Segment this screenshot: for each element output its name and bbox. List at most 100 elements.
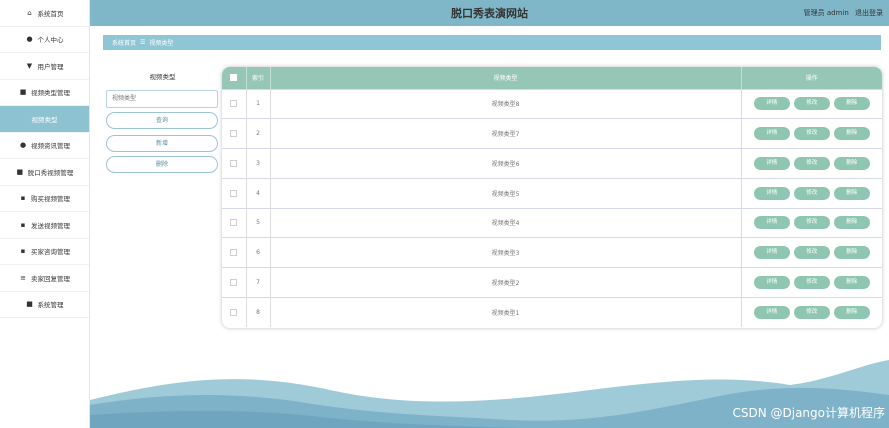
- row-ops: 详情 修改 删除: [741, 237, 882, 268]
- sidebar-item-1[interactable]: ● 个人中心: [0, 27, 89, 53]
- edit-button[interactable]: 修改: [793, 216, 830, 230]
- search-label: 视频类型: [149, 73, 176, 81]
- video-type-search-input[interactable]: [106, 89, 218, 108]
- sidebar-item-6[interactable]: ■ 脱口秀视频管理: [0, 159, 89, 186]
- logout-link[interactable]: 退出登录: [855, 9, 883, 17]
- table-row: 2 视频类型7 详情 修改 删除: [222, 118, 882, 149]
- edit-button[interactable]: 修改: [793, 97, 830, 111]
- sidebar-item-label: 脱口秀视频管理: [27, 168, 74, 177]
- sidebar-item-8[interactable]: ▪ 发送视频管理: [0, 212, 89, 239]
- row-ops: 详情 修改 删除: [741, 207, 882, 238]
- sidebar: ⌂ 系统首页 ● 个人中心 ▼ 用户管理 ■ 视频类型管理 视频类型 ● 视频资讯管理 ■ 脱口秀视频管…: [0, 0, 90, 428]
- row-select-cell: [222, 148, 247, 179]
- type-header: 视频类型: [270, 67, 742, 89]
- row-delete-button[interactable]: 删除: [833, 127, 870, 141]
- detail-button[interactable]: 详情: [753, 186, 790, 200]
- edit-button[interactable]: 修改: [793, 275, 830, 289]
- edit-button[interactable]: 修改: [793, 156, 830, 170]
- list-icon: ≡: [20, 273, 26, 282]
- edit-button[interactable]: 修改: [793, 186, 830, 200]
- sidebar-item-7[interactable]: ▪ 购买视频管理: [0, 186, 89, 212]
- person-icon: ●: [19, 141, 27, 150]
- row-type: 视频类型7: [270, 118, 742, 149]
- table-row: 4 视频类型5 详情 修改 删除: [222, 177, 882, 208]
- detail-button[interactable]: 详情: [753, 216, 790, 230]
- select-all-checkbox[interactable]: [230, 74, 238, 82]
- sidebar-item-label: 购买视频管理: [31, 195, 70, 204]
- row-type: 视频类型5: [270, 177, 742, 208]
- row-type: 视频类型4: [270, 207, 742, 238]
- row-type: 视频类型8: [270, 88, 742, 119]
- data-table: 索引 视频类型 操作 1 视频类型8 详情 修改 删除 2 视频类型7 详情 修改 删除 3 视频类型…: [222, 67, 882, 327]
- index-header: 索引: [246, 67, 271, 89]
- sidebar-item-5[interactable]: ● 视频资讯管理: [0, 133, 89, 159]
- row-checkbox[interactable]: [230, 308, 238, 316]
- row-ops: 详情 修改 删除: [741, 118, 882, 149]
- sidebar-item-label: 发送视频管理: [31, 221, 70, 230]
- user-info: 管理员 admin 退出登录: [804, 8, 883, 18]
- search-panel: 视频类型 查询 新增 删除: [106, 66, 219, 173]
- sidebar-item-label: 视频资讯管理: [31, 142, 70, 151]
- row-checkbox[interactable]: [230, 189, 238, 197]
- detail-button[interactable]: 详情: [753, 246, 790, 260]
- row-delete-button[interactable]: 删除: [833, 156, 870, 170]
- sidebar-item-9[interactable]: ▪ 买家咨询管理: [0, 239, 89, 265]
- ops-header: 操作: [741, 67, 882, 89]
- row-delete-button[interactable]: 删除: [833, 216, 870, 230]
- delete-button[interactable]: 删除: [106, 155, 218, 173]
- sidebar-item-11[interactable]: ■ 系统管理: [0, 292, 89, 318]
- row-checkbox[interactable]: [230, 130, 238, 138]
- row-index: 8: [246, 296, 271, 327]
- row-type: 视频类型1: [270, 296, 742, 327]
- table-row: 7 视频类型2 详情 修改 删除: [222, 267, 882, 298]
- row-checkbox[interactable]: [230, 159, 238, 167]
- row-select-cell: [222, 177, 247, 208]
- table-row: 5 视频类型4 详情 修改 删除: [222, 207, 882, 238]
- sidebar-item-0[interactable]: ⌂ 系统首页: [0, 0, 89, 27]
- select-all-header: [222, 67, 247, 89]
- row-ops: 详情 修改 删除: [741, 267, 882, 298]
- row-delete-button[interactable]: 删除: [833, 246, 870, 260]
- sidebar-item-2[interactable]: ▼ 用户管理: [0, 53, 89, 80]
- add-button[interactable]: 新增: [106, 134, 218, 152]
- row-checkbox[interactable]: [230, 100, 238, 108]
- query-button[interactable]: 查询: [106, 111, 218, 129]
- row-index: 6: [246, 237, 271, 268]
- breadcrumb-home[interactable]: 系统首页: [112, 38, 136, 47]
- row-type: 视频类型3: [270, 237, 742, 268]
- row-select-cell: [222, 207, 247, 238]
- detail-button[interactable]: 详情: [753, 127, 790, 141]
- detail-button[interactable]: 详情: [753, 275, 790, 289]
- row-delete-button[interactable]: 删除: [833, 97, 870, 111]
- site-title: 脱口秀表演网站: [451, 7, 528, 20]
- row-index: 1: [246, 88, 271, 119]
- detail-button[interactable]: 详情: [753, 156, 790, 170]
- edit-button[interactable]: 修改: [793, 305, 830, 319]
- clipboard-icon: ■: [16, 167, 24, 176]
- detail-button[interactable]: 详情: [753, 97, 790, 111]
- row-checkbox[interactable]: [230, 278, 238, 286]
- sidebar-item-10[interactable]: ≡ 卖家回复管理: [0, 265, 89, 292]
- row-ops: 详情 修改 删除: [741, 88, 882, 119]
- edit-button[interactable]: 修改: [793, 246, 830, 260]
- sidebar-item-label: 视频类型管理: [31, 89, 70, 98]
- csdn-watermark: CSDN @Django计算机程序: [732, 406, 885, 420]
- row-type: 视频类型2: [270, 267, 742, 298]
- app-root: ⌂ 系统首页 ● 个人中心 ▼ 用户管理 ■ 视频类型管理 视频类型 ● 视频资讯管理 ■ 脱口秀视频管…: [0, 0, 889, 428]
- row-ops: 详情 修改 删除: [741, 296, 882, 327]
- row-checkbox[interactable]: [230, 219, 238, 227]
- sidebar-item-3[interactable]: ■ 视频类型管理: [0, 80, 89, 106]
- sidebar-item-label: 系统首页: [37, 9, 64, 18]
- edit-button[interactable]: 修改: [793, 127, 830, 141]
- row-delete-button[interactable]: 删除: [833, 275, 870, 289]
- row-delete-button[interactable]: 删除: [833, 186, 870, 200]
- detail-button[interactable]: 详情: [753, 305, 790, 319]
- video-icon: ■: [19, 88, 27, 97]
- row-select-cell: [222, 296, 247, 327]
- sidebar-item-4[interactable]: 视频类型: [0, 106, 89, 133]
- row-checkbox[interactable]: [230, 249, 238, 257]
- row-index: 2: [246, 118, 271, 149]
- row-ops: 详情 修改 删除: [741, 177, 882, 208]
- breadcrumb-separator-icon: ☰: [140, 39, 146, 46]
- row-delete-button[interactable]: 删除: [833, 305, 870, 319]
